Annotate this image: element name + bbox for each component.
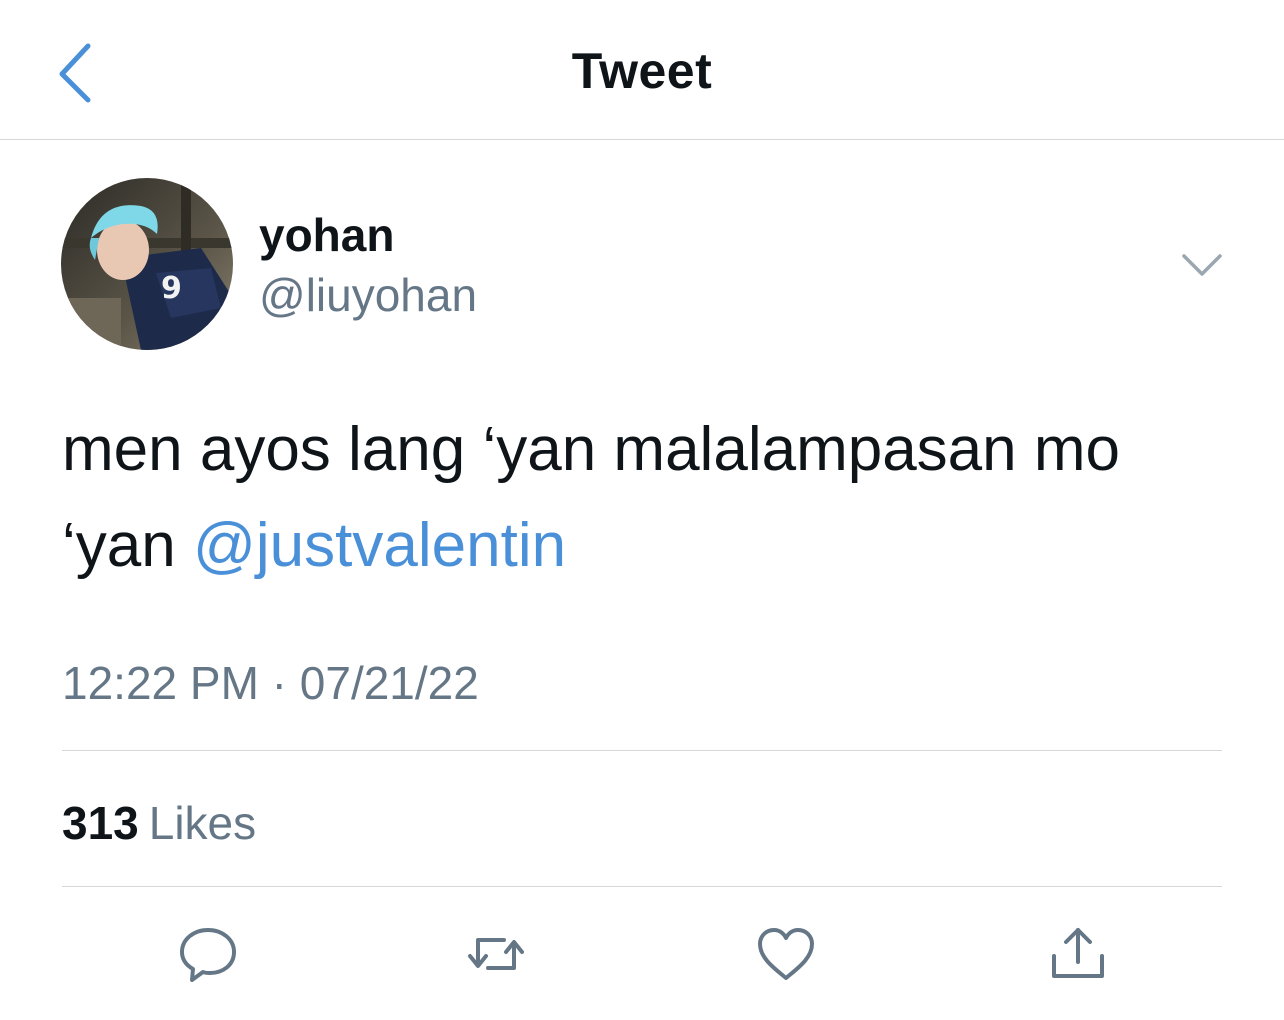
comment-icon	[180, 928, 236, 982]
author-handle[interactable]: @liuyohan	[259, 268, 477, 322]
author-name[interactable]: yohan	[259, 208, 394, 262]
top-bar: Tweet	[0, 0, 1284, 140]
retweet-icon	[468, 938, 524, 970]
likes-count: 313	[62, 797, 139, 849]
avatar[interactable]: 9	[61, 178, 233, 350]
page-title: Tweet	[571, 43, 713, 99]
share-button[interactable]	[1046, 922, 1110, 986]
more-options-button[interactable]	[1180, 248, 1224, 280]
retweet-button[interactable]	[464, 922, 528, 986]
profile-photo: 9	[61, 178, 233, 350]
reply-button[interactable]	[176, 922, 240, 986]
svg-text:9: 9	[161, 271, 182, 306]
chevron-down-icon	[1182, 254, 1222, 276]
likes-stat[interactable]: 313 Likes	[62, 796, 256, 850]
divider	[62, 750, 1222, 751]
share-icon	[1052, 928, 1104, 978]
heart-icon	[758, 928, 814, 980]
likes-label: Likes	[148, 797, 257, 849]
like-button[interactable]	[754, 922, 818, 986]
tweet-timestamp: 12:22 PM · 07/21/22	[62, 657, 479, 709]
tweet-text: men ayos lang ‘yan malalampasan mo ‘yan …	[62, 402, 1242, 594]
mention-link[interactable]: @justvalentin	[193, 511, 566, 580]
divider	[62, 886, 1222, 887]
